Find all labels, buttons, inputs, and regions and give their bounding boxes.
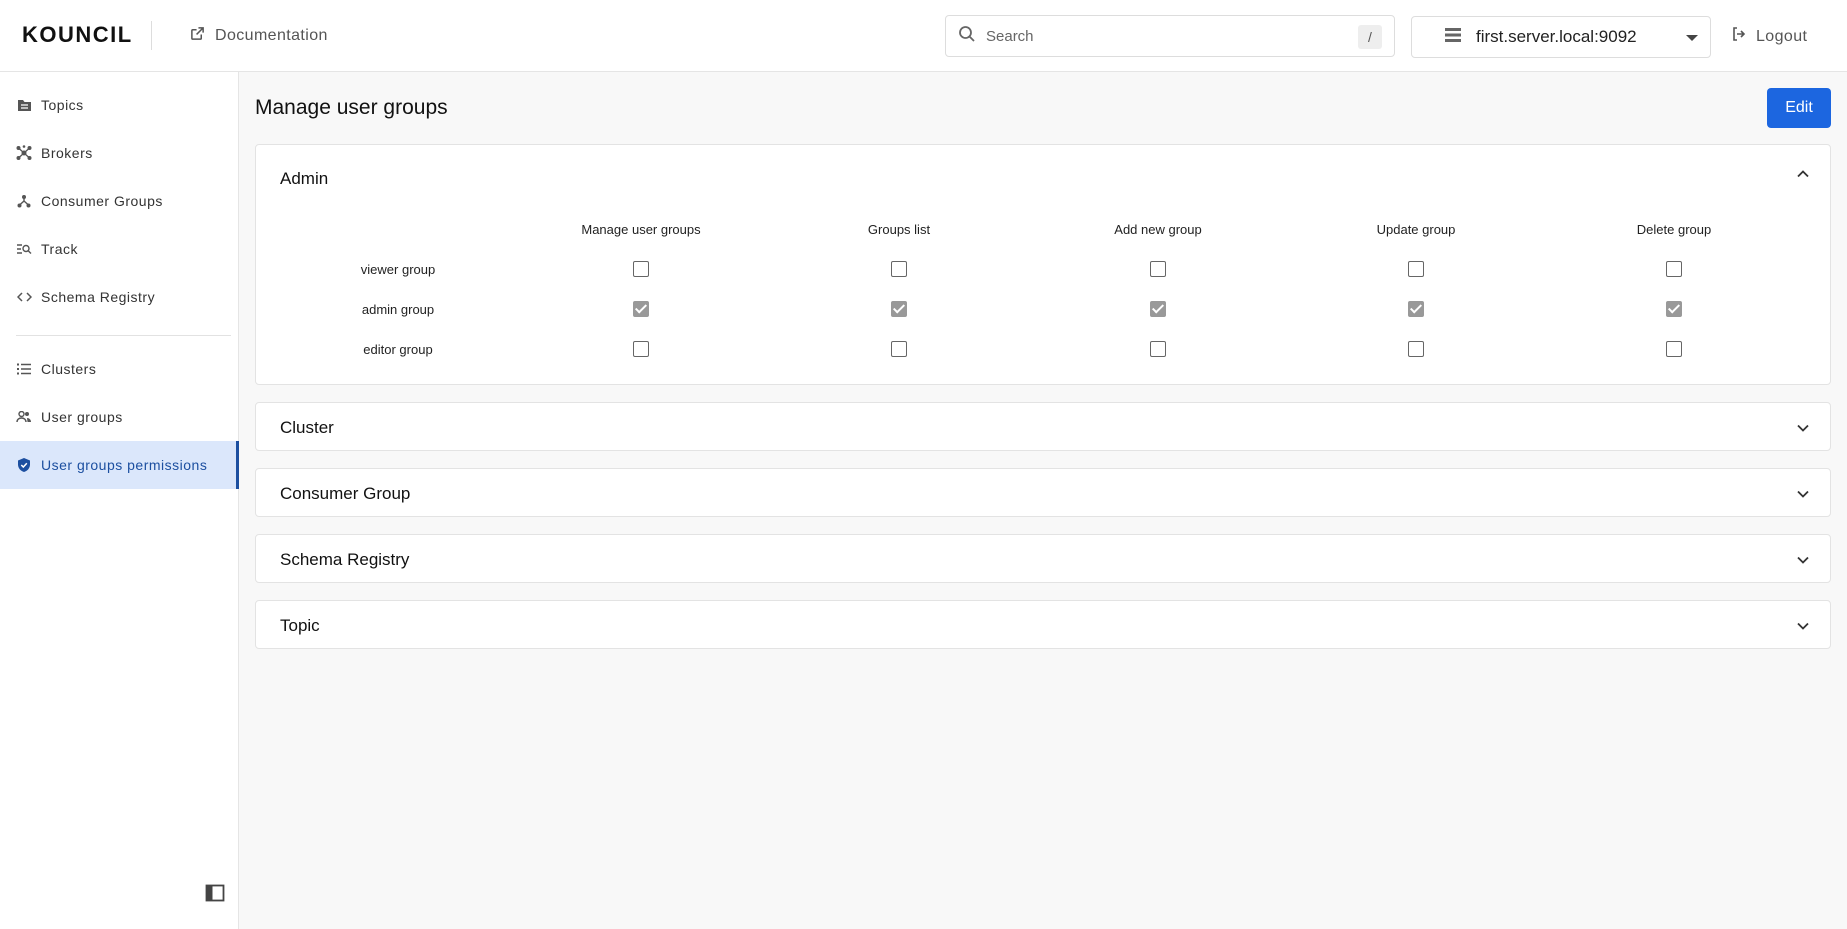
server-select-value: first.server.local:9092: [1476, 27, 1637, 46]
header-divider: [151, 21, 152, 50]
permission-checkbox[interactable]: [633, 261, 649, 277]
permission-checkbox[interactable]: [1408, 341, 1424, 357]
permission-checkbox[interactable]: [891, 341, 907, 357]
chevron-down-icon[interactable]: [1796, 487, 1810, 501]
sidebar-toggle-icon: [205, 884, 225, 907]
panel-schema-registry[interactable]: Schema Registry: [255, 534, 1831, 583]
panel-consumer-group[interactable]: Consumer Group: [255, 468, 1831, 517]
column-header: Delete group: [1636, 222, 1712, 237]
column-header: Groups list: [867, 222, 931, 237]
sidebar-item-user-groups-permissions[interactable]: User groups permissions: [0, 441, 239, 489]
logout-button[interactable]: Logout: [1731, 26, 1807, 47]
sidebar-item-clusters[interactable]: Clusters: [0, 345, 239, 393]
documentation-label: Documentation: [215, 27, 328, 44]
sidebar-item-label: Schema Registry: [41, 289, 156, 305]
permission-checkbox[interactable]: [1666, 341, 1682, 357]
permission-checkbox[interactable]: [891, 261, 907, 277]
permission-checkbox[interactable]: [1408, 301, 1424, 317]
external-link-icon: [190, 26, 205, 46]
panel-consumer-group-header[interactable]: Consumer Group: [280, 484, 410, 504]
panel-cluster-header[interactable]: Cluster: [280, 418, 334, 438]
panel-topic-header[interactable]: Topic: [280, 616, 320, 636]
permission-checkbox[interactable]: [1150, 341, 1166, 357]
panel-topic[interactable]: Topic: [255, 600, 1831, 649]
permission-checkbox[interactable]: [891, 301, 907, 317]
permission-checkbox[interactable]: [1408, 261, 1424, 277]
code-icon: [16, 289, 32, 305]
permission-checkbox[interactable]: [1666, 261, 1682, 277]
chevron-down-icon[interactable]: [1796, 421, 1810, 435]
app-logo[interactable]: KOUNCIL: [22, 22, 133, 48]
chevron-up-icon[interactable]: [1796, 167, 1810, 181]
row-label-admin-group: admin group: [361, 302, 435, 317]
permission-checkbox[interactable]: [1150, 301, 1166, 317]
column-header: Add new group: [1114, 222, 1202, 237]
sidebar-item-label: Consumer Groups: [41, 193, 163, 209]
search-placeholder: Search: [986, 27, 1034, 45]
panel-admin-header[interactable]: Admin: [280, 169, 328, 189]
edit-button[interactable]: Edit: [1767, 88, 1831, 128]
permission-checkbox[interactable]: [633, 301, 649, 317]
sidebar-item-label: Topics: [41, 97, 84, 113]
search-icon: [958, 25, 976, 48]
page-title: Manage user groups: [255, 96, 448, 119]
sidebar-item-label: User groups permissions: [41, 457, 208, 473]
sidebar-divider: [16, 335, 231, 336]
row-label-editor-group: editor group: [363, 342, 433, 357]
sidebar-item-topics[interactable]: Topics: [0, 81, 239, 129]
chevron-down-icon[interactable]: [1796, 619, 1810, 633]
permission-checkbox[interactable]: [1150, 261, 1166, 277]
chevron-down-icon: [1686, 35, 1698, 41]
sidebar-item-consumer-groups[interactable]: Consumer Groups: [0, 177, 239, 225]
list-icon: [16, 361, 32, 377]
sidebar-item-label: Track: [41, 241, 78, 257]
logout-label: Logout: [1756, 27, 1808, 45]
sidebar-item-user-groups[interactable]: User groups: [0, 393, 239, 441]
track-search-icon: [16, 241, 32, 257]
search-shortcut-key: /: [1358, 25, 1382, 49]
chevron-down-icon[interactable]: [1796, 553, 1810, 567]
folder-icon: [16, 97, 32, 113]
tree-icon: [16, 193, 32, 209]
sidebar: Topics Brokers Consumer Groups Track Sch…: [0, 72, 239, 929]
documentation-link[interactable]: Documentation: [190, 26, 328, 46]
panel-admin: Admin Manage user groups Groups list Add…: [255, 144, 1831, 385]
server-icon: [1444, 27, 1462, 48]
logout-icon: [1731, 26, 1747, 47]
column-header: Update group: [1376, 222, 1456, 237]
search-input[interactable]: Search /: [945, 15, 1395, 57]
hub-icon: [16, 145, 32, 161]
collapse-sidebar-button[interactable]: [205, 883, 225, 903]
permission-checkbox[interactable]: [633, 341, 649, 357]
sidebar-item-label: Clusters: [41, 361, 97, 377]
top-bar: KOUNCIL Documentation Search / first.ser…: [0, 0, 1847, 72]
sidebar-item-label: User groups: [41, 409, 123, 425]
column-header: Manage user groups: [581, 222, 701, 237]
sidebar-item-schema-registry[interactable]: Schema Registry: [0, 273, 239, 321]
sidebar-item-track[interactable]: Track: [0, 225, 239, 273]
shield-icon: [16, 457, 32, 473]
sidebar-item-label: Brokers: [41, 145, 93, 161]
server-select[interactable]: first.server.local:9092: [1411, 16, 1711, 58]
users-icon: [16, 409, 32, 425]
permission-checkbox[interactable]: [1666, 301, 1682, 317]
row-label-viewer-group: viewer group: [360, 262, 436, 277]
panel-cluster[interactable]: Cluster: [255, 402, 1831, 451]
panel-schema-registry-header[interactable]: Schema Registry: [280, 550, 409, 570]
sidebar-item-brokers[interactable]: Brokers: [0, 129, 239, 177]
